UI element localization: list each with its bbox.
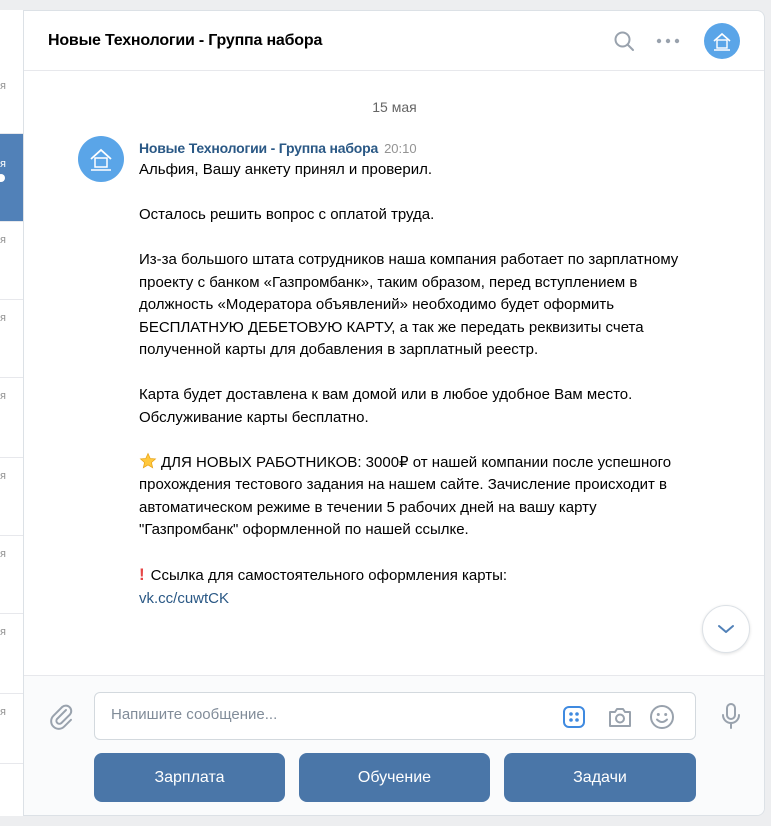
group-avatar[interactable] xyxy=(704,22,740,59)
chevron-down-icon xyxy=(718,625,734,633)
keyboard-button-salary[interactable]: Зарплата xyxy=(94,753,285,802)
dialog-item-text: я xyxy=(0,390,6,402)
date-separator: 15 мая xyxy=(372,99,417,115)
dialog-item[interactable]: я xyxy=(0,222,23,300)
search-icon[interactable] xyxy=(612,29,636,53)
dialog-item[interactable]: я xyxy=(0,614,23,694)
dialog-item-text: я xyxy=(0,470,6,482)
message-body: Новые Технологии - Группа набора 20:10 Ал… xyxy=(139,140,679,610)
chat-panel: Новые Технологии - Группа набора 15 мая … xyxy=(24,10,765,816)
more-icon[interactable] xyxy=(656,29,680,53)
message-input[interactable] xyxy=(111,706,531,723)
bonus-text: ДЛЯ НОВЫХ РАБОТНИКОВ: 3000₽ от нашей ком… xyxy=(139,453,672,539)
keyboard-button-training[interactable]: Обучение xyxy=(299,753,490,802)
keyboard-icon[interactable] xyxy=(561,704,587,730)
keyboard-button-tasks[interactable]: Задачи xyxy=(504,753,696,802)
chat-title[interactable]: Новые Технологии - Группа набора xyxy=(48,32,592,50)
dialogs-list-strip: я я я я я я я я я xyxy=(0,10,24,816)
emoji-icon[interactable] xyxy=(649,704,675,730)
dialog-item-text: я xyxy=(0,234,6,246)
message-paragraph-bonus: ДЛЯ НОВЫХ РАБОТНИКОВ: 3000₽ от нашей ком… xyxy=(139,452,679,542)
star-emoji-icon xyxy=(139,452,157,470)
dialog-item[interactable]: я xyxy=(0,10,23,134)
message-paragraph: Из-за большого штата сотрудников наша ко… xyxy=(139,251,679,358)
message-paragraph: Альфия, Вашу анкету принял и проверил. xyxy=(139,161,433,178)
dialog-item-text: я xyxy=(0,548,6,560)
dialog-item[interactable]: я xyxy=(0,458,23,536)
dialog-item-text: я xyxy=(0,80,6,92)
dialog-item-text: я xyxy=(0,158,6,170)
dialog-item[interactable]: я xyxy=(0,378,23,458)
message-paragraph-link: ! Ссылка для самостоятельного оформления … xyxy=(139,564,679,610)
dialog-item[interactable]: я xyxy=(0,536,23,614)
message-paragraph: Осталось решить вопрос с оплатой труда. xyxy=(139,206,435,223)
camera-icon[interactable] xyxy=(607,704,633,730)
message-text: Альфия, Вашу анкету принял и проверил. О… xyxy=(139,159,679,610)
chat-header: Новые Технологии - Группа набора xyxy=(24,11,764,71)
message-composer: Зарплата Обучение Задачи xyxy=(24,675,764,815)
dialog-item-text: я xyxy=(0,312,6,324)
link-intro: Ссылка для самостоятельного оформления к… xyxy=(150,567,508,584)
dialog-item-text: я xyxy=(0,706,6,718)
message-paragraph: Карта будет доставлена к вам домой или в… xyxy=(139,386,633,426)
message-time: 20:10 xyxy=(384,141,417,156)
message-input-box[interactable] xyxy=(94,692,696,740)
message-history: 15 мая Новые Технологии - Группа набора 2… xyxy=(24,72,764,675)
card-link[interactable]: vk.cc/cuwtCK xyxy=(139,590,229,607)
scroll-down-button[interactable] xyxy=(702,605,750,653)
dialog-item[interactable]: я xyxy=(0,694,23,764)
dialog-item-active[interactable]: я xyxy=(0,134,23,222)
dialog-item-text: я xyxy=(0,626,6,638)
exclamation-emoji-icon: ! xyxy=(139,565,145,584)
message-author[interactable]: Новые Технологии - Группа набора xyxy=(139,140,378,156)
attach-icon[interactable] xyxy=(48,702,74,735)
unread-dot xyxy=(0,174,5,182)
mic-icon[interactable] xyxy=(721,702,741,735)
dialog-item[interactable]: я xyxy=(0,300,23,378)
author-avatar[interactable] xyxy=(78,136,124,182)
